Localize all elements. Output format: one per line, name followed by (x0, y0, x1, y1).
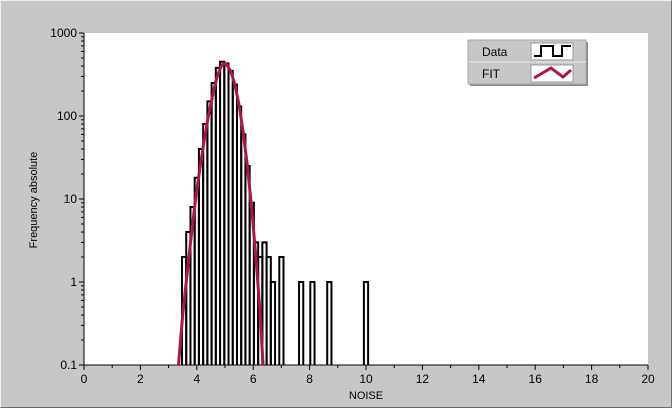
x-tick-label: 6 (250, 372, 257, 386)
x-tick-label: 4 (193, 372, 200, 386)
x-tick-label: 8 (306, 372, 313, 386)
x-tick-label: 12 (416, 372, 430, 386)
y-tick-label: 1 (70, 275, 77, 289)
legend[interactable]: Data FIT (467, 39, 588, 86)
y-tick-label: 100 (57, 109, 77, 123)
y-tick-label: 10 (64, 192, 78, 206)
y-axis-title: Frequency absolute (28, 152, 40, 249)
x-tick-label: 0 (81, 372, 88, 386)
y-tick-label: 1000 (50, 26, 77, 40)
y-axis-ticks: 0.1 1 10 100 1000 (50, 26, 84, 372)
legend-label-fit: FIT (482, 67, 501, 81)
x-tick-label: 16 (529, 372, 543, 386)
x-tick-label: 14 (472, 372, 486, 386)
x-axis-title: NOISE (349, 390, 383, 402)
legend-label-data: Data (482, 45, 508, 59)
x-tick-label: 2 (137, 372, 144, 386)
x-tick-label: 10 (359, 372, 373, 386)
y-tick-label: 0.1 (60, 358, 77, 372)
x-tick-label: 18 (585, 372, 599, 386)
x-tick-label: 20 (641, 372, 655, 386)
x-axis-ticks: 0 2 4 6 8 10 12 14 16 18 20 (81, 365, 655, 386)
chart-svg: 0 2 4 6 8 10 12 14 16 18 20 0.1 1 10 100 1000 NOISE Fr… (28, 26, 655, 402)
graph-frame: 0 2 4 6 8 10 12 14 16 18 20 0.1 1 10 100 1000 NOISE Fr… (0, 0, 672, 408)
